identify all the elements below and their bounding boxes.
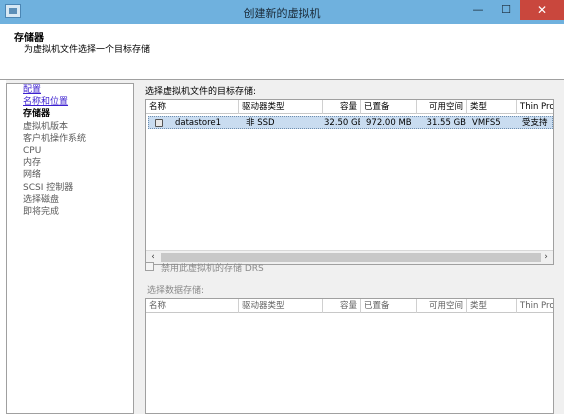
disable-drs-checkbox[interactable] bbox=[145, 262, 154, 271]
datastore-table-header: 名称 驱动器类型 容量 已置备 可用空间 类型 Thin Provi bbox=[146, 100, 553, 114]
nav-step-guest-os: 客户机操作系统 bbox=[23, 133, 87, 144]
col-provisioned[interactable]: 已置备 bbox=[361, 100, 417, 114]
table-row[interactable]: datastore1 非 SSD 32.50 GB 972.00 MB 31.5… bbox=[148, 116, 553, 129]
col-capacity[interactable]: 容量 bbox=[323, 100, 361, 114]
maximize-button[interactable]: ☐ bbox=[492, 0, 520, 20]
col-capacity[interactable]: 容量 bbox=[323, 299, 361, 313]
col-type[interactable]: 类型 bbox=[467, 100, 517, 114]
nav-step-ready: 即将完成 bbox=[23, 206, 60, 217]
nav-step-storage: 存储器 bbox=[23, 109, 51, 120]
datastore-icon bbox=[155, 119, 163, 127]
col-name[interactable]: 名称 bbox=[146, 299, 239, 313]
scroll-right-icon[interactable]: › bbox=[539, 251, 553, 264]
nav-step-select-disk: 选择磁盘 bbox=[23, 194, 60, 205]
minimize-button[interactable]: — bbox=[464, 0, 492, 20]
cell-drive-type: 非 SSD bbox=[246, 118, 275, 128]
wizard-step-list: 配置 名称和位置 存储器 虚拟机版本 客户机操作系统 CPU 内存 网络 SCS… bbox=[7, 84, 133, 218]
col-provisioned[interactable]: 已置备 bbox=[361, 299, 417, 313]
col-free-space[interactable]: 可用空间 bbox=[417, 299, 467, 313]
cell-thin-provisioning: 受支持 bbox=[522, 118, 548, 128]
title-bar: 创建新的虚拟机 — ☐ ✕ bbox=[0, 0, 564, 24]
nav-step-name-location[interactable]: 名称和位置 bbox=[7, 96, 133, 108]
cell-free-space: 31.55 GB bbox=[426, 118, 466, 128]
datastore-table: 名称 驱动器类型 容量 已置备 可用空间 类型 Thin Provi datas… bbox=[145, 99, 554, 265]
main-panel: 选择虚拟机文件的目标存储: 名称 驱动器类型 容量 已置备 可用空间 类型 Th… bbox=[140, 80, 564, 414]
col-name[interactable]: 名称 bbox=[146, 100, 239, 114]
page-subtitle: 为虚拟机文件选择一个目标存储 bbox=[24, 45, 151, 55]
col-type[interactable]: 类型 bbox=[467, 299, 517, 313]
nav-step-memory: 内存 bbox=[23, 158, 42, 169]
disable-drs-label: 禁用此虚拟机的存储 DRS bbox=[161, 264, 264, 274]
col-drive-type[interactable]: 驱动器类型 bbox=[239, 100, 323, 114]
nav-step-cpu: CPU bbox=[23, 145, 42, 156]
cell-provisioned: 972.00 MB bbox=[366, 118, 412, 128]
col-thin-provisioning[interactable]: Thin Provi bbox=[517, 299, 553, 313]
cell-name: datastore1 bbox=[175, 118, 222, 128]
col-drive-type[interactable]: 驱动器类型 bbox=[239, 299, 323, 313]
nav-step-config[interactable]: 配置 bbox=[7, 84, 133, 96]
target-storage-label: 选择虚拟机文件的目标存储: bbox=[145, 87, 257, 97]
wizard-header: 存储器 为虚拟机文件选择一个目标存储 bbox=[0, 24, 564, 80]
cell-type: VMFS5 bbox=[472, 118, 501, 128]
select-datastore-label: 选择数据存储: bbox=[147, 286, 205, 296]
col-thin-provisioning[interactable]: Thin Provi bbox=[517, 100, 553, 114]
cell-capacity: 32.50 GB bbox=[324, 118, 360, 128]
close-button[interactable]: ✕ bbox=[520, 0, 564, 20]
col-free-space[interactable]: 可用空间 bbox=[417, 100, 467, 114]
nav-step-scsi-controller: SCSI 控制器 bbox=[23, 182, 74, 193]
nav-step-vm-version: 虚拟机版本 bbox=[23, 121, 69, 132]
select-datastore-table-header: 名称 驱动器类型 容量 已置备 可用空间 类型 Thin Provi bbox=[146, 299, 553, 313]
nav-step-network: 网络 bbox=[23, 170, 42, 181]
wizard-nav: 配置 名称和位置 存储器 虚拟机版本 客户机操作系统 CPU 内存 网络 SCS… bbox=[6, 83, 134, 414]
select-datastore-table: 名称 驱动器类型 容量 已置备 可用空间 类型 Thin Provi bbox=[145, 298, 554, 414]
